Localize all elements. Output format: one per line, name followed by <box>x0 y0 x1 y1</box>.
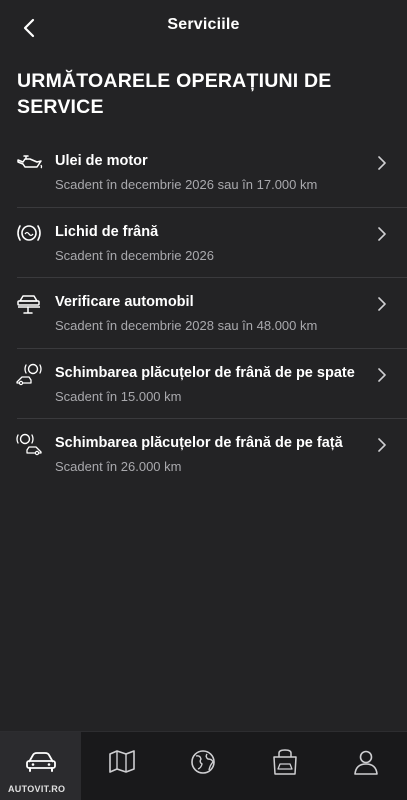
car-icon <box>25 752 56 772</box>
tab-shop[interactable] <box>244 732 325 800</box>
rear-brake-pads-icon <box>16 363 42 385</box>
item-label: Verificare automobil <box>55 294 194 310</box>
item-due: Scadent în decembrie 2026 <box>55 247 214 263</box>
service-list: Ulei de motor Scadent în decembrie 2026 … <box>0 137 407 490</box>
front-brake-pads-icon <box>16 433 42 456</box>
item-label: Schimbarea plăcuțelor de frână de pe spa… <box>55 364 355 381</box>
chevron-right-icon <box>378 156 386 170</box>
chevron-right-icon <box>378 297 386 311</box>
car-lift-icon <box>17 295 40 314</box>
chevron-right-icon <box>378 438 386 452</box>
tab-profile[interactable] <box>326 732 407 800</box>
profile-icon <box>354 750 379 775</box>
item-due: Scadent în 15.000 km <box>55 388 182 404</box>
watermark: AUTOVIT.RO <box>8 784 66 794</box>
tab-explore[interactable] <box>163 732 244 800</box>
service-item-brake-fluid[interactable]: Lichid de frână Scadent în decembrie 202… <box>0 208 407 278</box>
service-item-vehicle-check[interactable]: Verificare automobil Scadent în decembri… <box>0 278 407 349</box>
shop-car-icon <box>273 749 297 775</box>
service-item-front-brake-pads[interactable]: Schimbarea plăcuțelor de frână de pe faț… <box>0 419 407 490</box>
item-label: Schimbarea plăcuțelor de frână de pe faț… <box>55 435 343 451</box>
chevron-right-icon <box>378 367 386 382</box>
map-icon <box>109 750 135 773</box>
item-due: Scadent în 26.000 km <box>55 459 182 474</box>
service-item-rear-brake-pads[interactable]: Schimbarea plăcuțelor de frână de pe spa… <box>0 349 407 419</box>
service-item-oil[interactable]: Ulei de motor Scadent în decembrie 2026 … <box>0 137 407 208</box>
globe-icon <box>191 750 216 774</box>
section-title: URMĂTOARELE OPERAȚIUNI DE SERVICE <box>17 70 332 118</box>
item-due: Scadent în decembrie 2028 sau în 48.000 … <box>55 318 318 333</box>
item-due: Scadent în decembrie 2026 sau în 17.000 … <box>55 177 318 192</box>
chevron-right-icon <box>378 226 386 241</box>
item-label: Ulei de motor <box>55 153 148 169</box>
header: Serviciile <box>0 0 407 56</box>
oil-can-icon <box>17 155 43 169</box>
item-label: Lichid de frână <box>55 223 159 240</box>
page-title: Serviciile <box>167 16 240 33</box>
tab-map[interactable] <box>81 732 162 800</box>
brake-fluid-icon <box>17 224 41 241</box>
bottom-tab-bar: AUTOVIT.RO <box>0 731 407 800</box>
